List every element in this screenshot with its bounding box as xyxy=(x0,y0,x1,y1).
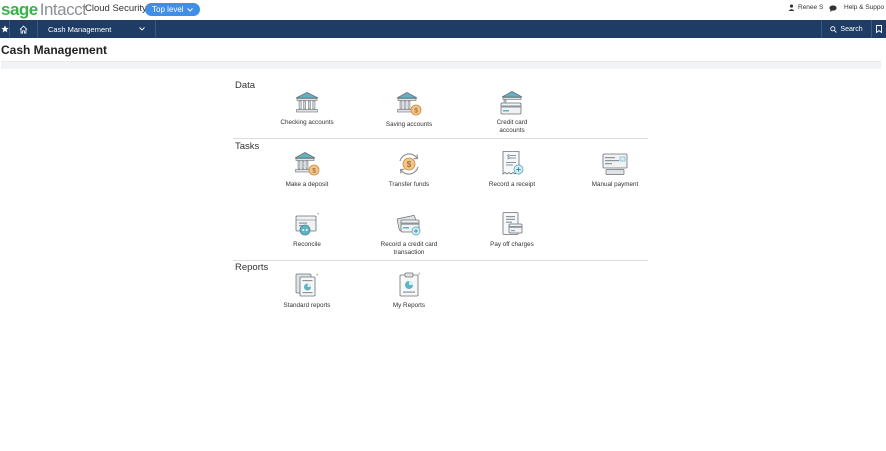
tile-label: Saving accounts xyxy=(385,121,433,128)
tile-credit-card-accounts[interactable]: Credit card accounts xyxy=(467,90,557,135)
company-name: Cloud Security xyxy=(85,3,147,14)
app-menu-label: Cash Management xyxy=(48,24,112,34)
tile-label: Manual payment xyxy=(591,181,639,188)
tile-saving-accounts[interactable]: $ Saving accounts xyxy=(364,91,454,129)
tile-record-a-receipt[interactable]: $ Record a receipt xyxy=(467,150,557,189)
entity-level-label: Top level xyxy=(152,5,184,14)
tile-record-a-credit-card-transaction[interactable]: Record a credit card transaction xyxy=(364,211,454,257)
svg-text:$: $ xyxy=(414,108,418,115)
section-divider xyxy=(233,260,648,261)
page-title: Cash Management xyxy=(1,43,108,57)
home-button[interactable] xyxy=(10,20,38,38)
tile-label: Standard reports xyxy=(283,302,331,309)
section-divider xyxy=(233,138,648,139)
receipt-icon: $ xyxy=(502,151,524,175)
chevron-down-icon xyxy=(186,7,193,12)
main-navbar: Cash Management Search xyxy=(0,20,886,38)
section-tasks-heading: Tasks xyxy=(235,141,260,152)
tile-manual-payment[interactable]: Manual payment xyxy=(570,151,660,189)
svg-text:$: $ xyxy=(407,160,412,169)
bookmark-icon xyxy=(876,25,882,33)
svg-text:*: * xyxy=(316,274,319,280)
tile-label: My Reports xyxy=(392,302,426,309)
user-menu[interactable]: Renee S xyxy=(788,4,823,11)
tile-label: Make a deposit xyxy=(285,181,329,188)
svg-text:*: * xyxy=(317,213,320,219)
svg-text:$: $ xyxy=(312,168,316,175)
my-reports-icon: * xyxy=(399,272,421,297)
user-icon xyxy=(788,4,795,11)
home-icon xyxy=(19,25,28,34)
star-icon xyxy=(0,25,9,33)
bank-icon xyxy=(295,92,319,113)
user-name: Renee S xyxy=(798,4,824,11)
tile-make-a-deposit[interactable]: $ Make a deposit xyxy=(262,151,352,189)
tile-label: Reconcile xyxy=(293,241,321,248)
section-data-heading: Data xyxy=(235,80,256,91)
search-icon xyxy=(830,25,838,33)
chat-icon[interactable] xyxy=(829,5,837,12)
bookmark-button[interactable] xyxy=(872,20,886,38)
tile-transfer-funds[interactable]: $ Transfer funds xyxy=(364,151,454,189)
bank-savings-icon: $ xyxy=(396,92,422,116)
page-header-strip xyxy=(1,61,881,69)
tile-label: Transfer funds xyxy=(388,181,430,188)
help-support-link[interactable]: Help & Suppo xyxy=(844,4,884,11)
search-button[interactable]: Search xyxy=(822,20,872,38)
tile-label: Record a receipt xyxy=(488,181,536,188)
tile-my-reports[interactable]: * My Reports xyxy=(364,271,454,310)
tile-label: Record a credit card transaction xyxy=(380,241,438,256)
entity-level-selector[interactable]: Top level xyxy=(145,3,200,16)
bank-deposit-icon: $ xyxy=(294,152,320,176)
transfer-funds-icon: $ xyxy=(399,153,419,175)
app-menu-cash-management[interactable]: Cash Management xyxy=(38,20,156,38)
logo-intacct-text: Intacct xyxy=(39,0,87,19)
svg-text:*: * xyxy=(418,273,421,279)
check-payment-icon xyxy=(602,153,628,175)
navbar-spacer xyxy=(156,20,822,38)
credit-card-transaction-icon xyxy=(396,215,421,236)
tile-reconcile[interactable]: * Reconcile xyxy=(262,211,352,249)
tile-label: Credit card accounts xyxy=(496,119,528,134)
credit-card-bank-icon xyxy=(500,91,523,115)
favorites-button[interactable] xyxy=(0,20,10,38)
logo-sage-text: sage xyxy=(1,0,38,19)
reconcile-icon: * xyxy=(295,213,320,236)
chevron-down-icon xyxy=(139,27,145,31)
pay-off-charges-icon xyxy=(502,212,523,235)
tile-checking-accounts[interactable]: Checking accounts xyxy=(262,91,352,127)
tile-label: Checking accounts xyxy=(280,119,334,126)
tile-pay-off-charges[interactable]: Pay off charges xyxy=(467,211,557,249)
tile-standard-reports[interactable]: * Standard reports xyxy=(262,271,352,310)
sage-intacct-logo[interactable]: sage Intacct xyxy=(1,0,87,19)
search-label: Search xyxy=(840,25,863,33)
standard-reports-icon: * xyxy=(295,273,319,297)
tile-label: Pay off charges xyxy=(490,241,534,248)
top-bar: sage Intacct Cloud Security Top level Ren… xyxy=(0,0,886,19)
